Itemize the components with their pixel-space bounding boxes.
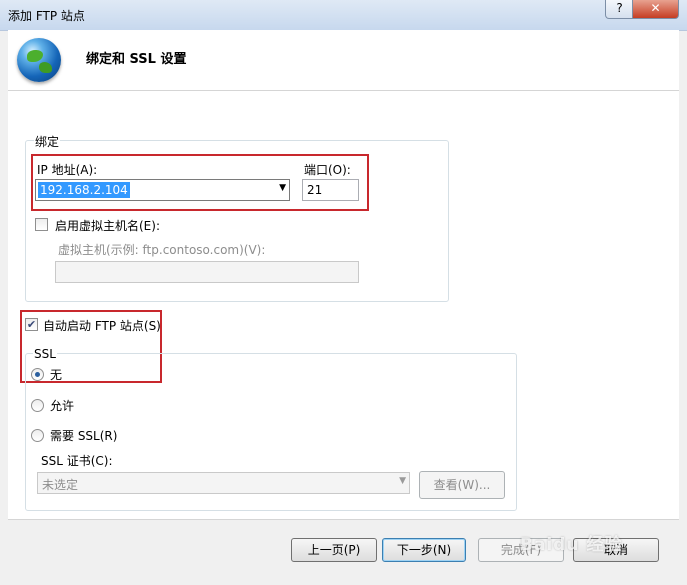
close-button[interactable]: ✕: [632, 0, 679, 19]
ip-address-value: 192.168.2.104: [38, 182, 130, 198]
ip-address-combo[interactable]: 192.168.2.104 ▼: [35, 179, 290, 201]
ssl-cert-value: 未选定: [42, 478, 79, 492]
wizard-header: 绑定和 SSL 设置: [8, 30, 679, 91]
autostart-label[interactable]: 自动启动 FTP 站点(S): [43, 317, 161, 334]
binding-group-label: 绑定: [34, 133, 61, 150]
autostart-checkbox[interactable]: ✔: [25, 318, 38, 331]
vhost-field[interactable]: [55, 261, 359, 283]
port-label: 端口(O):: [304, 163, 351, 177]
ssl-cert-label: SSL 证书(C):: [41, 454, 113, 468]
wizard-content: 绑定 IP 地址(A): 192.168.2.104 ▼ 端口(O): 21 启…: [8, 91, 679, 519]
vhost-checkbox[interactable]: [35, 218, 48, 231]
ssl-allow-radio[interactable]: [31, 399, 44, 412]
ssl-group-label: SSL: [33, 347, 57, 361]
title-bar: 添加 FTP 站点 ? ✕: [0, 0, 687, 31]
ssl-none-radio[interactable]: [31, 368, 44, 381]
ssl-require-label[interactable]: 需要 SSL(R): [50, 427, 117, 444]
port-field[interactable]: 21: [302, 179, 359, 201]
prev-button[interactable]: 上一页(P): [291, 538, 377, 562]
ssl-cert-combo[interactable]: 未选定 ▼: [37, 472, 410, 494]
ssl-allow-label[interactable]: 允许: [50, 397, 74, 414]
ssl-none-label[interactable]: 无: [50, 366, 62, 383]
window-title: 添加 FTP 站点: [8, 9, 85, 23]
ssl-require-radio[interactable]: [31, 429, 44, 442]
chevron-down-icon[interactable]: ▼: [399, 476, 406, 486]
chevron-down-icon[interactable]: ▼: [279, 183, 286, 193]
vhost-field-label: 虚拟主机(示例: ftp.contoso.com)(V):: [58, 243, 266, 257]
vhost-checkbox-label[interactable]: 启用虚拟主机名(E):: [55, 217, 160, 234]
ip-address-label: IP 地址(A):: [37, 163, 98, 177]
page-title: 绑定和 SSL 设置: [86, 52, 187, 67]
next-button[interactable]: 下一步(N): [382, 538, 466, 562]
globe-icon: [17, 38, 61, 82]
view-cert-button[interactable]: 查看(W)...: [419, 471, 505, 499]
help-button[interactable]: ?: [605, 0, 634, 19]
watermark: Baidu 经验: [520, 535, 623, 555]
